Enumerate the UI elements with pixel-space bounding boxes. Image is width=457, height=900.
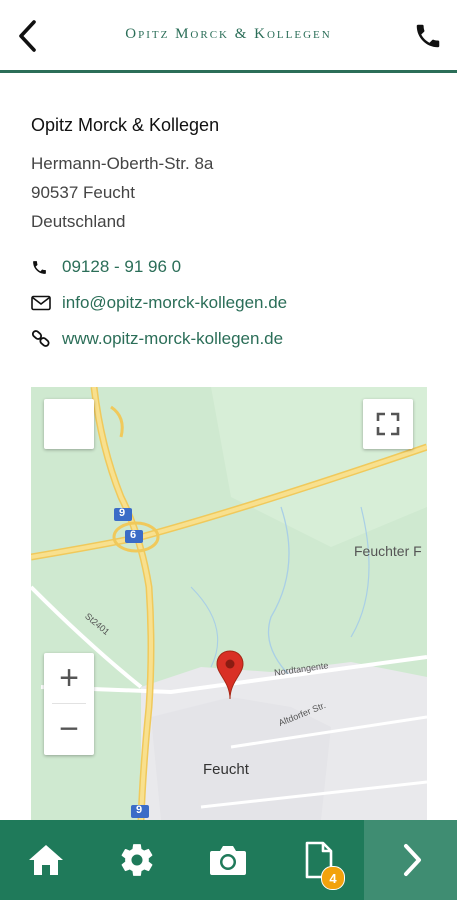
- zoom-out-button[interactable]: −: [44, 704, 94, 754]
- contact-section: Opitz Morck & Kollegen Hermann-Oberth-St…: [31, 115, 437, 352]
- email-link[interactable]: info@opitz-morck-kollegen.de: [62, 293, 287, 313]
- map-view[interactable]: 9 6 9 Feuchter F St2401 Nordtangente Alt…: [31, 387, 427, 820]
- chevron-left-icon: [19, 20, 36, 52]
- zoom-controls: + −: [44, 653, 94, 755]
- nav-settings[interactable]: [91, 820, 182, 900]
- call-button[interactable]: [413, 20, 443, 52]
- phone-icon: [416, 24, 440, 48]
- map-label-route9-top: 9: [119, 507, 126, 519]
- map-label-route6: 6: [130, 529, 137, 541]
- map-label-feucht: Feucht: [203, 761, 249, 778]
- brand-title: Opitz Morck & Kollegen: [125, 26, 332, 42]
- email-row[interactable]: info@opitz-morck-kollegen.de: [31, 290, 437, 316]
- fullscreen-icon: [376, 412, 400, 436]
- company-name: Opitz Morck & Kollegen: [31, 115, 220, 135]
- map-label-feuchter: Feuchter F: [354, 543, 422, 559]
- home-icon: [28, 845, 63, 875]
- nav-home[interactable]: [0, 820, 91, 900]
- chevron-right-icon: [403, 844, 421, 876]
- map-background: [31, 387, 427, 820]
- documents-count-badge: 4: [321, 866, 345, 890]
- address-country: Deutschland: [31, 212, 126, 231]
- envelope-icon: [31, 293, 53, 313]
- phone-link[interactable]: 09128 - 91 96 0: [62, 257, 181, 277]
- map-pin-icon[interactable]: [215, 649, 245, 701]
- nav-documents[interactable]: 4: [273, 820, 364, 900]
- camera-icon: [209, 846, 246, 875]
- website-link[interactable]: www.opitz-morck-kollegen.de: [62, 329, 283, 349]
- nav-next[interactable]: [364, 820, 457, 900]
- address-city: 90537 Feucht: [31, 183, 135, 202]
- zoom-in-button[interactable]: +: [44, 653, 94, 703]
- gear-icon: [121, 844, 152, 876]
- phone-row[interactable]: 09128 - 91 96 0: [31, 254, 437, 280]
- map-control-placeholder[interactable]: [44, 399, 94, 449]
- back-button[interactable]: [14, 18, 44, 54]
- phone-icon: [31, 257, 53, 277]
- map-label-route9-bottom: 9: [136, 804, 143, 816]
- website-row[interactable]: www.opitz-morck-kollegen.de: [31, 326, 437, 352]
- app-header: Opitz Morck & Kollegen: [0, 0, 457, 73]
- link-icon: [31, 329, 53, 349]
- fullscreen-button[interactable]: [363, 399, 413, 449]
- address-street: Hermann-Oberth-Str. 8a: [31, 154, 214, 173]
- bottom-nav: 4: [0, 820, 457, 900]
- nav-camera[interactable]: [182, 820, 273, 900]
